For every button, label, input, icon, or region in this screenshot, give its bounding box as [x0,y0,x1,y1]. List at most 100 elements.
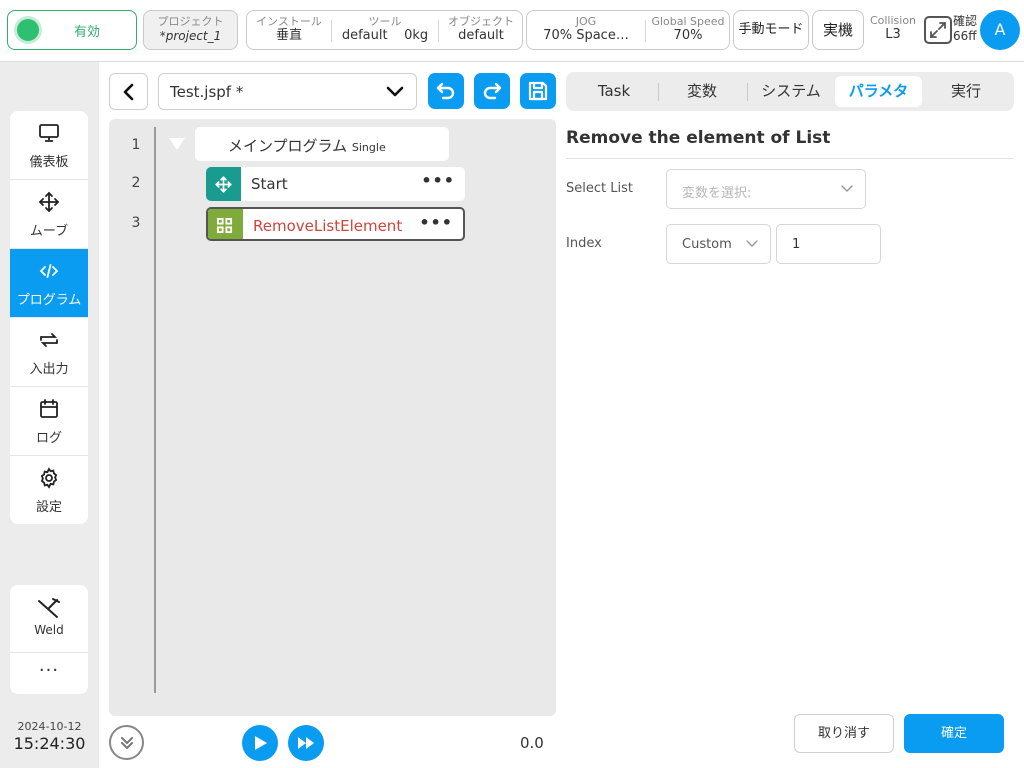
tab-divider [747,83,748,101]
tab-divider [658,83,659,101]
grid-icon [216,217,233,234]
file-name: Test.jspf * [170,83,244,101]
code-icon [39,264,59,278]
file-select[interactable]: Test.jspf * [158,73,417,110]
collapse-triangle-icon[interactable] [168,137,186,151]
undo-icon [436,82,455,100]
tool-weight: 0kg [404,28,429,43]
main-program-label: メインプログラム Single [228,135,386,156]
tab-parameters[interactable]: パラメタ [835,76,922,107]
sidebar-nav: 儀表板 ムーブ プログラム 入出力 ログ 設定 [10,111,88,524]
expand-icon[interactable] [924,16,952,44]
object-segment[interactable]: オブジェクト default [439,11,523,49]
sidebar-item-weld[interactable]: Weld [10,585,88,653]
play-icon [255,736,267,750]
sidebar-item-label: プログラム [16,293,82,308]
index-mode-value: Custom [682,237,732,252]
move-icon [215,176,232,193]
tool-segment[interactable]: ツール default 0kg [332,11,438,49]
select-list-dropdown[interactable]: 変数を選択: [666,169,866,209]
sidebar-item-label: ログ [35,431,62,446]
node-menu-button[interactable]: ••• [421,171,455,190]
confirm-indicator[interactable]: 確認 66ff [953,14,983,44]
scroll-down-button[interactable] [109,725,144,760]
jog-segment[interactable]: JOG 70% Space… [527,11,645,49]
global-speed-label: Global Speed [651,15,725,28]
save-button[interactable] [520,73,556,109]
install-label: インストール [256,15,322,28]
node-label: RemoveListElement [253,217,403,235]
line-number: 3 [131,215,141,231]
user-avatar[interactable]: A [980,10,1020,50]
confirm-line-1: 確認 [953,14,978,28]
manual-mode-button[interactable]: 手動モード [733,10,809,50]
tab-task[interactable]: Task [574,76,654,107]
panel-tabs: Task 変数 システム パラメタ 実行 [566,72,1014,111]
tab-system[interactable]: システム [751,76,831,107]
sidebar-item-program[interactable]: プログラム [10,249,88,318]
sidebar-item-label: 儀表板 [29,155,69,170]
undo-button[interactable] [428,73,464,109]
node-type-bar [208,209,243,239]
collision-label: Collision [869,14,917,27]
global-speed-segment[interactable]: Global Speed 70% [646,11,730,49]
install-segment[interactable]: インストール 垂直 [247,11,331,49]
play-button[interactable] [242,725,278,761]
sidebar-item-io[interactable]: 入出力 [10,318,88,387]
install-tool-object-box[interactable]: インストール 垂直 ツール default 0kg オブジェクト default [246,10,523,50]
tool-label: ツール [368,15,402,28]
node-label: Start [251,175,288,193]
title-divider [566,158,1014,159]
back-button[interactable] [109,73,148,110]
calendar-icon [40,399,58,418]
index-mode-dropdown[interactable]: Custom [666,224,771,264]
install-value: 垂直 [275,28,302,43]
weld-card: Weld ··· [10,585,88,694]
enable-status-icon [17,19,39,41]
sidebar-item-move[interactable]: ムーブ [10,180,88,249]
cancel-button[interactable]: 取り消す [794,714,894,753]
confirm-button[interactable]: 確定 [904,714,1004,753]
project-label: プロジェクト [157,15,224,28]
redo-button[interactable] [474,73,510,109]
collision-level[interactable]: Collision L3 [866,12,920,43]
jog-value: 70% Space… [543,28,629,43]
node-menu-button[interactable]: ••• [419,213,453,232]
tab-variables[interactable]: 変数 [662,76,742,107]
chevron-down-icon [386,86,404,97]
line-number: 2 [131,175,141,191]
object-label: オブジェクト [448,15,514,28]
tab-execute[interactable]: 実行 [926,76,1006,107]
confirm-line-2: 66ff [953,29,977,43]
current-date: 2024-10-12 [17,720,82,733]
program-node-start[interactable]: Start ••• [206,167,465,201]
chevron-down-icon [746,240,758,247]
project-box[interactable]: プロジェクト *project_1 [143,10,238,50]
index-label: Index [566,236,602,251]
speed-readout: 0.0 [520,734,544,752]
index-value-input[interactable] [776,224,881,264]
program-node-remove-list-element[interactable]: RemoveListElement ••• [206,207,465,241]
double-chevron-down-icon [121,737,133,749]
io-icon [40,333,58,347]
fast-forward-button[interactable] [288,725,324,761]
jog-label: JOG [575,15,597,28]
real-robot-button[interactable]: 実機 [812,10,864,50]
tool-value: default 0kg [332,28,438,44]
redo-icon [483,82,502,100]
select-list-placeholder: 変数を選択: [682,186,752,201]
sidebar-item-settings[interactable]: 設定 [10,456,88,524]
move-icon [38,191,60,213]
tree-guide-line [154,127,156,693]
sidebar-more-button[interactable]: ··· [10,653,88,694]
object-value: default [458,28,504,43]
jog-speed-box[interactable]: JOG 70% Space… Global Speed 70% [526,10,730,50]
sidebar-item-log[interactable]: ログ [10,387,88,456]
sidebar-item-dashboard[interactable]: 儀表板 [10,111,88,180]
select-list-label: Select List [566,181,633,196]
global-speed-value: 70% [673,28,703,43]
main-program-node[interactable]: メインプログラム Single [195,127,449,161]
line-number: 1 [131,137,141,153]
enable-toggle[interactable]: 有効 [7,10,137,50]
chevron-down-icon [841,185,853,192]
